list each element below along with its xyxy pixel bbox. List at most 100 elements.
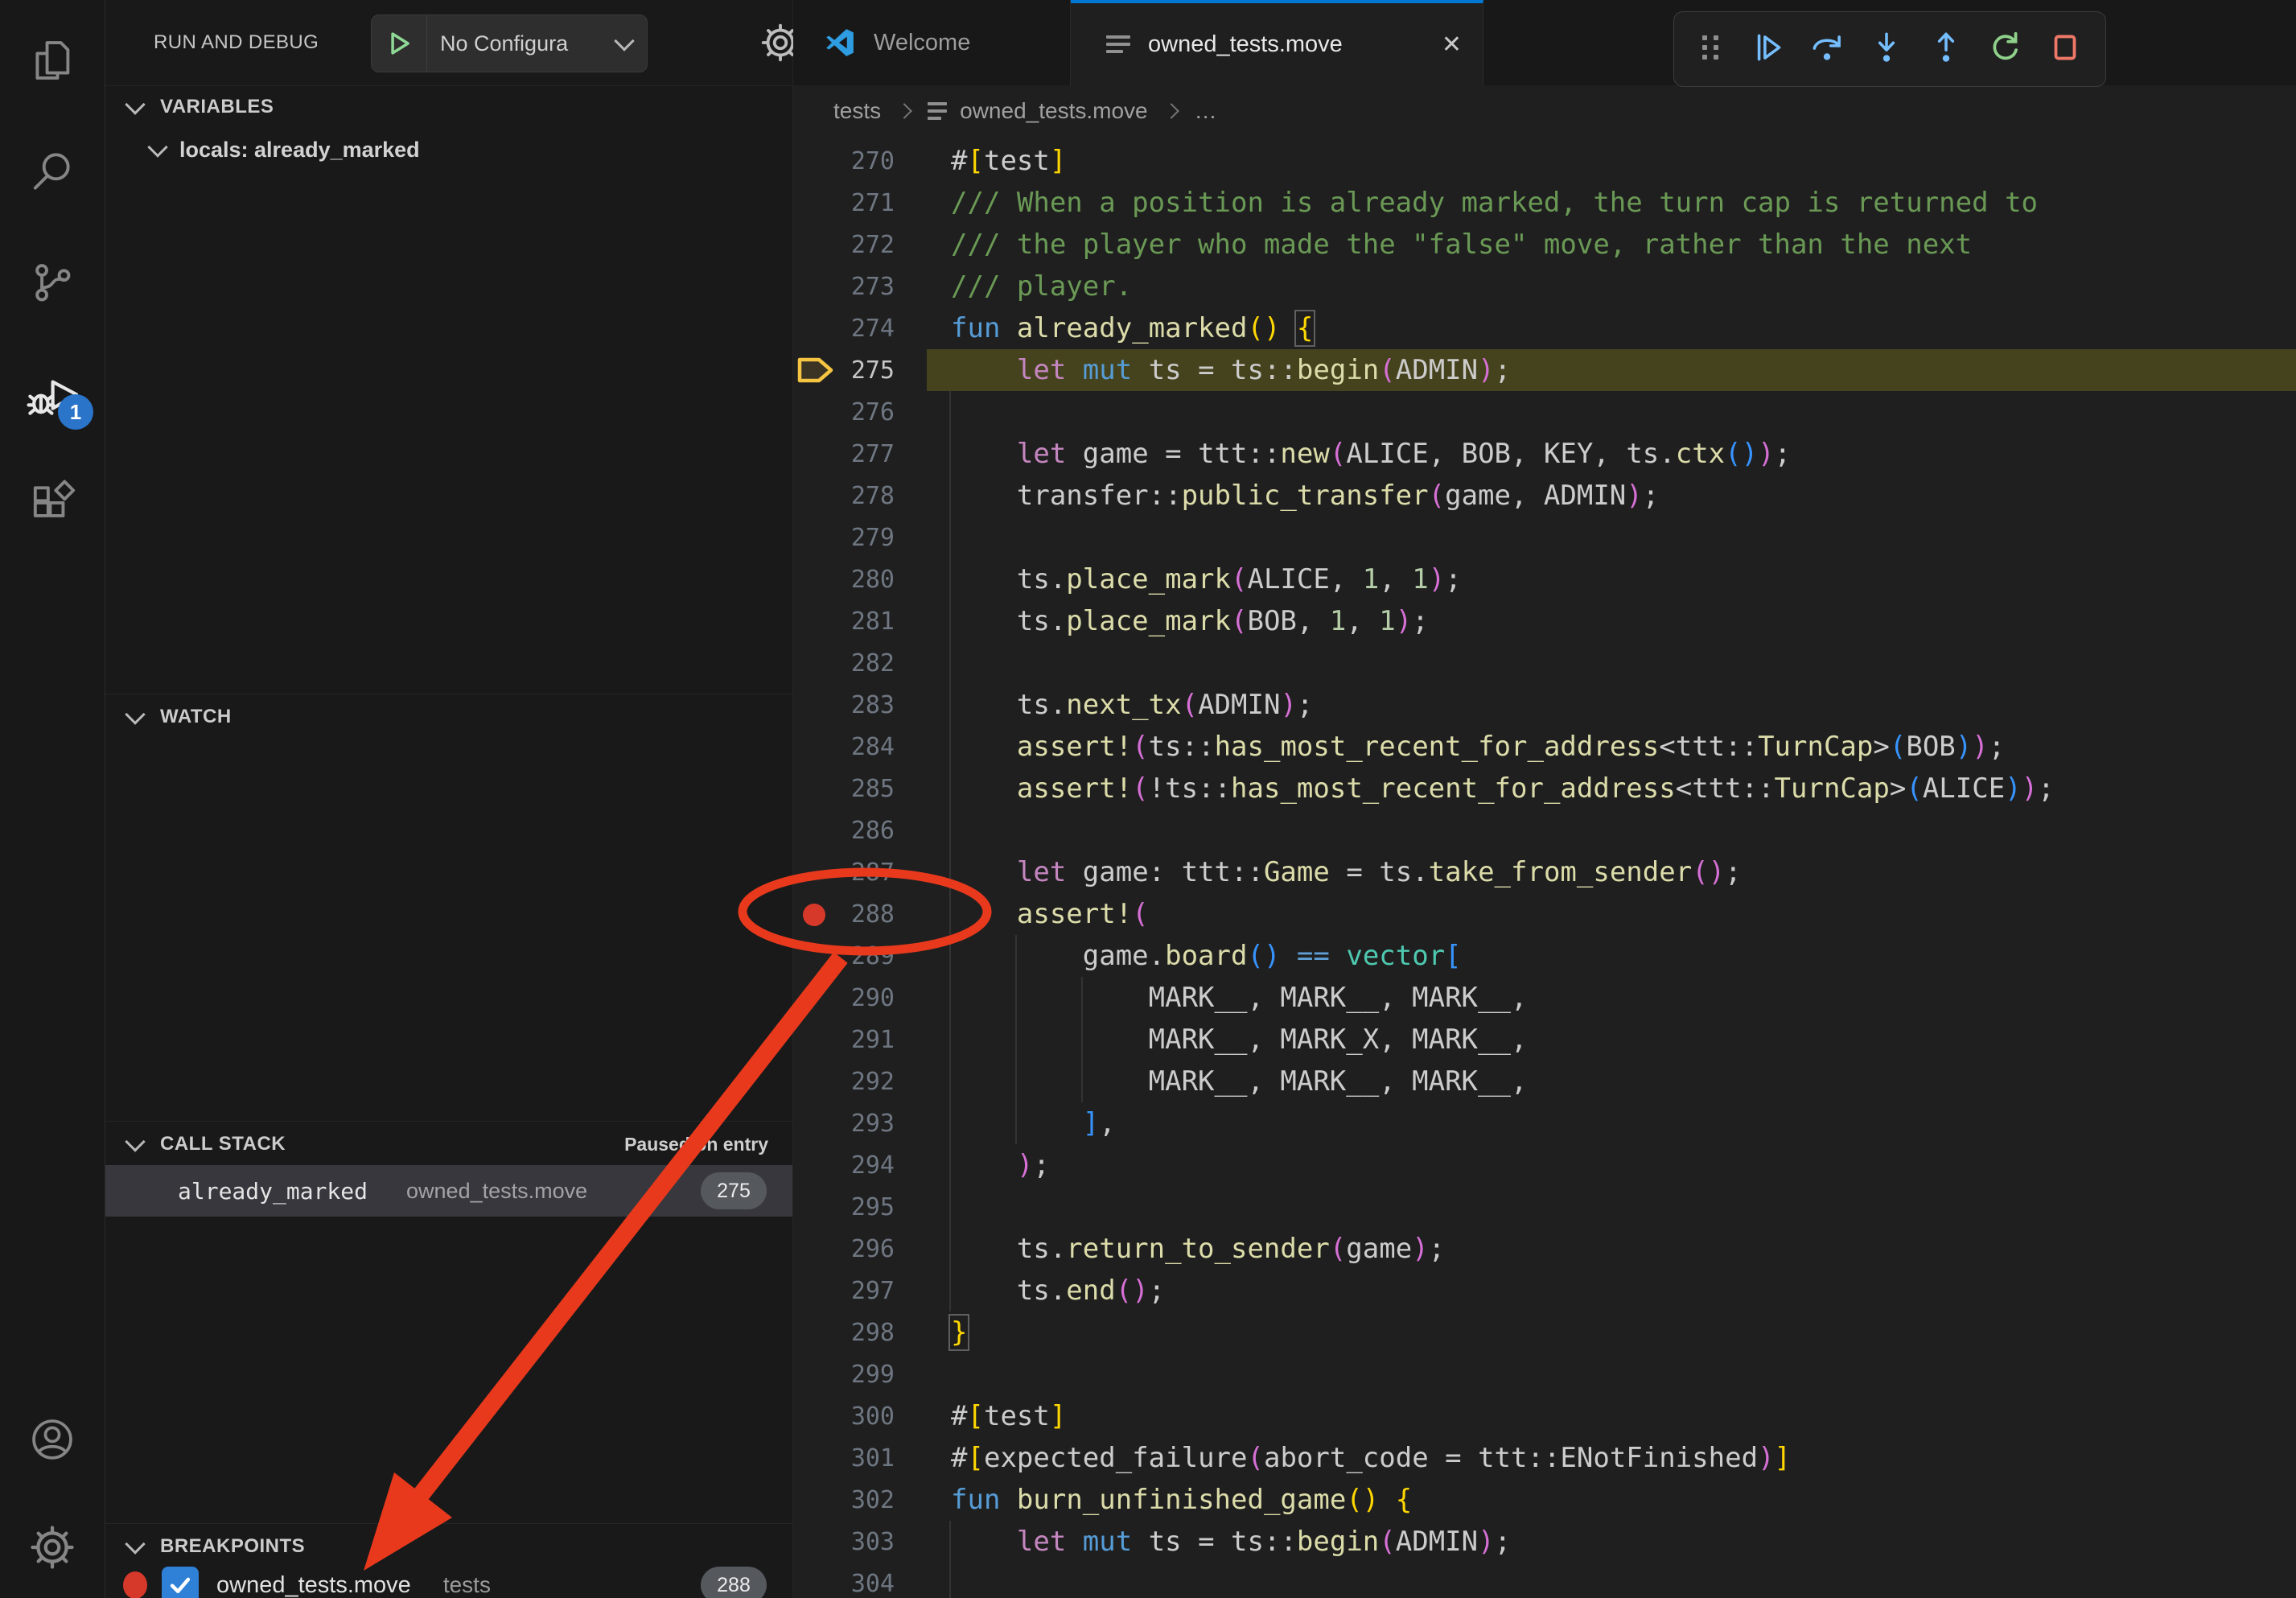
code-text[interactable]: MARK__, MARK_X, MARK__,: [927, 1019, 2296, 1061]
restart-icon[interactable]: [1986, 28, 2025, 71]
breakpoint-gutter[interactable]: [793, 475, 838, 517]
breakpoint-checkbox[interactable]: [162, 1567, 199, 1598]
breakpoint-gutter[interactable]: [793, 1102, 838, 1144]
code-text[interactable]: /// When a position is already marked, t…: [927, 182, 2296, 224]
code-text[interactable]: [927, 391, 2296, 433]
code-text[interactable]: fun already_marked() {: [927, 307, 2296, 349]
breakpoint-gutter[interactable]: [793, 809, 838, 851]
code-text[interactable]: ts.end();: [927, 1270, 2296, 1312]
settings-gear-icon[interactable]: [0, 1503, 105, 1592]
code-text[interactable]: let game: ttt::Game = ts.take_from_sende…: [927, 851, 2296, 893]
breakpoint-gutter[interactable]: [793, 977, 838, 1019]
debug-config-dropdown[interactable]: No Configura: [371, 14, 648, 72]
breakpoint-gutter[interactable]: [793, 1312, 838, 1353]
code-text[interactable]: MARK__, MARK__, MARK__,: [927, 1061, 2296, 1102]
breakpoint-gutter[interactable]: [793, 517, 838, 558]
breakpoint-gutter[interactable]: [793, 893, 838, 935]
breakpoint-gutter[interactable]: [793, 1437, 838, 1479]
breakpoint-gutter[interactable]: [793, 307, 838, 349]
source-control-icon[interactable]: [0, 238, 105, 327]
variables-section-header[interactable]: VARIABLES: [105, 85, 792, 129]
run-and-debug-icon[interactable]: 1: [0, 349, 105, 438]
code-text[interactable]: [927, 1186, 2296, 1228]
code-text[interactable]: assert!(: [927, 893, 2296, 935]
account-icon[interactable]: [0, 1395, 105, 1484]
code-text[interactable]: [927, 1563, 2296, 1598]
breakpoint-list-item[interactable]: owned_tests.move tests 288: [105, 1563, 792, 1598]
watch-section-header[interactable]: WATCH: [105, 695, 792, 739]
breakpoint-gutter[interactable]: [793, 726, 838, 768]
code-text[interactable]: ts.next_tx(ADMIN);: [927, 684, 2296, 726]
step-over-icon[interactable]: [1808, 28, 1846, 71]
breakpoint-gutter[interactable]: [793, 642, 838, 684]
step-into-icon[interactable]: [1867, 28, 1906, 71]
code-text[interactable]: ],: [927, 1102, 2296, 1144]
search-icon[interactable]: [0, 127, 105, 216]
breakpoint-gutter[interactable]: [793, 1270, 838, 1312]
breakpoint-gutter[interactable]: [793, 1563, 838, 1598]
call-stack-frame[interactable]: already_marked owned_tests.move 275: [105, 1165, 792, 1217]
variables-locals-item[interactable]: locals: already_marked: [105, 127, 792, 172]
code-text[interactable]: let mut ts = ts::begin(ADMIN);: [927, 1521, 2296, 1563]
stop-icon[interactable]: [2046, 28, 2084, 71]
code-text[interactable]: fun burn_unfinished_game() {: [927, 1479, 2296, 1521]
code-text[interactable]: /// the player who made the "false" move…: [927, 224, 2296, 266]
code-text[interactable]: ts.place_mark(BOB, 1, 1);: [927, 600, 2296, 642]
breakpoint-gutter[interactable]: [793, 266, 838, 307]
breakpoint-gutter[interactable]: [793, 224, 838, 266]
breadcrumb-item[interactable]: tests: [833, 98, 881, 124]
breakpoint-gutter[interactable]: [793, 684, 838, 726]
breakpoint-gutter[interactable]: [793, 1019, 838, 1061]
breakpoint-gutter[interactable]: [793, 182, 838, 224]
extensions-icon[interactable]: [0, 460, 105, 549]
breadcrumb-item[interactable]: …: [1195, 98, 1217, 124]
breakpoint-gutter[interactable]: [793, 935, 838, 977]
code-text[interactable]: let game = ttt::new(ALICE, BOB, KEY, ts.…: [927, 433, 2296, 475]
config-dropdown-label[interactable]: No Configura: [427, 31, 608, 56]
breakpoint-gutter[interactable]: [793, 349, 838, 391]
code-text[interactable]: /// player.: [927, 266, 2296, 307]
continue-icon[interactable]: [1748, 28, 1787, 71]
breakpoint-gutter[interactable]: [793, 1186, 838, 1228]
explorer-icon[interactable]: [0, 16, 105, 105]
breakpoint-gutter[interactable]: [793, 1061, 838, 1102]
code-text[interactable]: );: [927, 1144, 2296, 1186]
breakpoint-gutter[interactable]: [793, 768, 838, 809]
code-text[interactable]: [927, 517, 2296, 558]
code-text[interactable]: ts.return_to_sender(game);: [927, 1228, 2296, 1270]
code-text[interactable]: #[expected_failure(abort_code = ttt::ENo…: [927, 1437, 2296, 1479]
code-text[interactable]: }: [927, 1312, 2296, 1353]
start-debug-icon[interactable]: [372, 15, 427, 72]
code-text[interactable]: [927, 1353, 2296, 1395]
tab-welcome[interactable]: Welcome: [793, 0, 1071, 85]
code-text[interactable]: assert!(ts::has_most_recent_for_address<…: [927, 726, 2296, 768]
breakpoint-gutter[interactable]: [793, 1521, 838, 1563]
breakpoint-gutter[interactable]: [793, 1353, 838, 1395]
breakpoint-gutter[interactable]: [793, 1479, 838, 1521]
code-text[interactable]: let mut ts = ts::begin(ADMIN);: [927, 349, 2296, 391]
code-text[interactable]: game.board() == vector[: [927, 935, 2296, 977]
code-text[interactable]: assert!(!ts::has_most_recent_for_address…: [927, 768, 2296, 809]
code-text[interactable]: ts.place_mark(ALICE, 1, 1);: [927, 558, 2296, 600]
breakpoint-dot-icon[interactable]: [803, 904, 825, 926]
code-text[interactable]: transfer::public_transfer(game, ADMIN);: [927, 475, 2296, 517]
breadcrumb-item[interactable]: owned_tests.move: [960, 98, 1147, 124]
breakpoint-gutter[interactable]: [793, 1228, 838, 1270]
breakpoint-gutter[interactable]: [793, 1395, 838, 1437]
code-text[interactable]: #[test]: [927, 1395, 2296, 1437]
breakpoint-gutter[interactable]: [793, 140, 838, 182]
step-out-icon[interactable]: [1927, 28, 1965, 71]
call-stack-section-header[interactable]: CALL STACK Paused on entry: [105, 1122, 792, 1166]
breakpoint-gutter[interactable]: [793, 1144, 838, 1186]
breakpoint-gutter[interactable]: [793, 433, 838, 475]
code-text[interactable]: [927, 809, 2296, 851]
breakpoint-gutter[interactable]: [793, 391, 838, 433]
close-icon[interactable]: ✕: [1442, 31, 1462, 59]
breakpoint-gutter[interactable]: [793, 600, 838, 642]
breakpoint-gutter[interactable]: [793, 558, 838, 600]
breakpoints-section-header[interactable]: BREAKPOINTS: [105, 1525, 792, 1568]
code-text[interactable]: [927, 642, 2296, 684]
code-text[interactable]: MARK__, MARK__, MARK__,: [927, 977, 2296, 1019]
tab-owned-tests[interactable]: owned_tests.move ✕: [1071, 0, 1483, 85]
drag-handle-icon[interactable]: [1695, 29, 1727, 70]
